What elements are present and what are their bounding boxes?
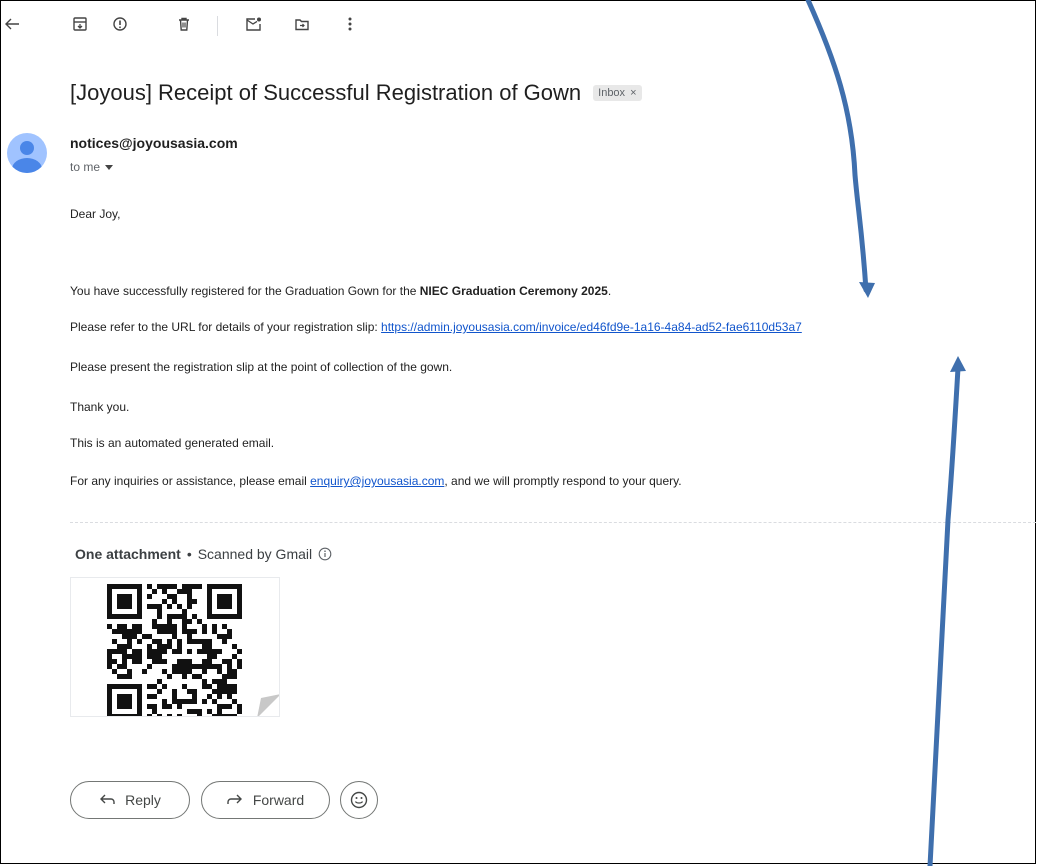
archive-icon[interactable] [68,12,92,36]
attachment-separator [70,522,1036,523]
line2-prefix: Please refer to the URL for details of y… [70,320,382,334]
separator-dot: • [186,546,192,562]
emoji-icon [350,791,368,809]
inbox-label-badge[interactable]: Inbox × [593,85,642,101]
sender-email[interactable]: notices@joyousasia.com [70,135,238,151]
message-toolbar [0,6,420,46]
emoji-reaction-button[interactable] [340,781,378,819]
email-greeting: Dear Joy, [70,207,121,221]
remove-label-icon[interactable]: × [630,87,636,99]
qr-code-image [107,584,279,716]
reply-label: Reply [125,792,161,808]
caret-down-icon[interactable] [105,164,114,170]
email-subject: [Joyous] Receipt of Successful Registrat… [70,80,582,105]
email-body-line-1: You have successfully registered for the… [70,284,611,298]
line6-prefix: For any inquiries or assistance, please … [70,474,311,488]
recipient-details[interactable]: to me [70,160,114,174]
arrow-back-icon[interactable] [0,12,24,36]
more-vert-icon[interactable] [338,12,362,36]
registration-slip-link[interactable]: https://admin.joyousasia.com/invoice/ed4… [381,320,802,334]
forward-label: Forward [252,792,305,808]
info-icon[interactable] [318,547,332,561]
attachment-header: One attachment • Scanned by Gmail [75,546,332,562]
email-body-line-3: Please present the registration slip at … [70,360,453,374]
enquiry-email-link[interactable]: enquiry@joyousasia.com [310,474,444,488]
move-to-icon[interactable] [290,12,314,36]
email-body-line-6: For any inquiries or assistance, please … [70,474,682,488]
avatar[interactable] [7,133,47,173]
attachment-count: One attachment [75,546,181,562]
inbox-label-text: Inbox [598,87,626,99]
attachment-thumbnail[interactable] [70,577,280,717]
email-body-line-4: Thank you. [70,400,130,414]
email-body-line-2: Please refer to the URL for details of y… [70,320,802,334]
screenshot-frame [0,0,1036,864]
forward-icon [227,794,242,804]
delete-icon[interactable] [172,12,196,36]
reply-icon [100,794,115,804]
recipient-line: to me [70,160,101,174]
line1-suffix: . [607,284,612,298]
subject-row: [Joyous] Receipt of Successful Registrat… [70,80,642,106]
reply-button[interactable]: Reply [70,781,190,819]
report-spam-icon[interactable] [108,12,132,36]
mark-unread-icon[interactable] [242,12,266,36]
toolbar-divider [217,16,218,36]
forward-button[interactable]: Forward [201,781,330,819]
ceremony-name: NIEC Graduation Ceremony 2025 [419,284,608,298]
line1-prefix: You have successfully registered for the… [70,284,420,298]
scan-note: Scanned by Gmail [197,546,313,562]
line6-suffix: , and we will promptly respond to your q… [444,474,682,488]
email-body-line-5: This is an automated generated email. [70,436,275,450]
